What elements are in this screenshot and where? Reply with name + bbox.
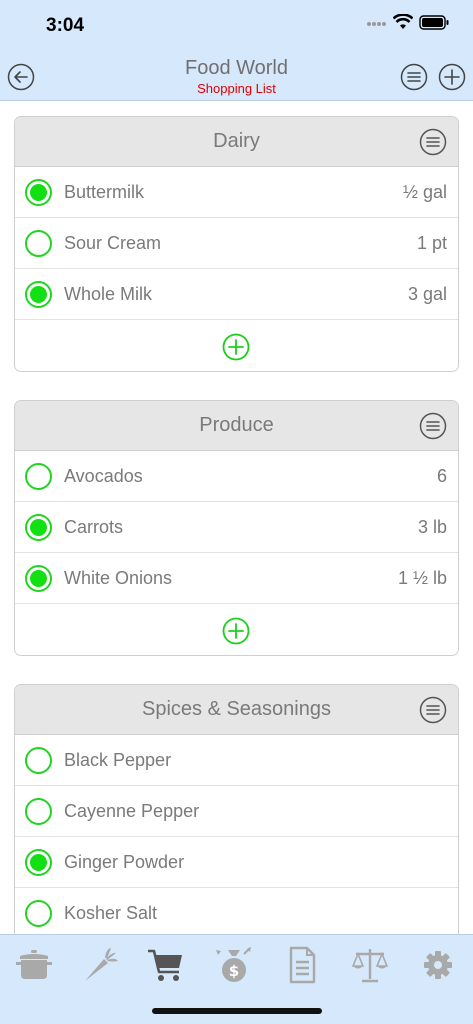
list-item[interactable]: Carrots 3 lb [15, 502, 458, 553]
home-indicator [152, 1008, 322, 1014]
section-menu-icon[interactable] [419, 128, 447, 156]
list-item[interactable]: White Onions 1 ½ lb [15, 553, 458, 604]
list-item[interactable]: Black Pepper [15, 735, 458, 786]
item-quantity: 1 ½ lb [397, 568, 447, 588]
section-header: Spices & Seasonings [15, 685, 458, 735]
item-name: Whole Milk [64, 284, 153, 304]
check-circle-icon[interactable] [25, 798, 52, 825]
cooking-pot-icon[interactable] [14, 945, 54, 985]
item-name: Cayenne Pepper [64, 801, 200, 821]
check-circle-icon[interactable] [25, 463, 52, 490]
status-time: 3:04 [46, 15, 85, 36]
item-name: Ginger Powder [64, 852, 185, 872]
gear-icon[interactable] [418, 945, 458, 985]
check-circle-icon[interactable] [25, 849, 52, 876]
section-title: Dairy [213, 130, 260, 152]
check-circle-icon[interactable] [25, 514, 52, 541]
check-circle-icon[interactable] [25, 565, 52, 592]
item-name: Avocados [64, 466, 143, 486]
section-dairy: Dairy Buttermilk ½ gal Sour Cream 1 pt W… [14, 116, 459, 372]
list-item[interactable]: Avocados 6 [15, 451, 458, 502]
add-item-row [15, 604, 458, 655]
item-name: White Onions [64, 568, 173, 588]
check-circle-icon[interactable] [25, 230, 52, 257]
menu-icon[interactable] [400, 63, 428, 91]
section-menu-icon[interactable] [419, 412, 447, 440]
balance-scale-icon[interactable] [350, 945, 390, 985]
list-item[interactable]: Sour Cream 1 pt [15, 218, 458, 269]
item-name: Sour Cream [64, 233, 162, 253]
money-bag-icon[interactable]: $ [214, 945, 254, 985]
status-icons [367, 14, 449, 30]
section-menu-icon[interactable] [419, 696, 447, 724]
item-name: Black Pepper [64, 750, 172, 770]
item-quantity: 3 lb [417, 517, 447, 537]
list-item[interactable]: Ginger Powder [15, 837, 458, 888]
add-item-row [15, 320, 458, 371]
item-name: Buttermilk [64, 182, 145, 202]
list-item[interactable]: Kosher Salt [15, 888, 458, 934]
section-title: Produce [199, 414, 274, 436]
navigation-header: 3:04 Food World Shopping List [0, 0, 473, 101]
add-item-icon[interactable] [222, 617, 250, 645]
shopping-cart-icon[interactable] [146, 945, 186, 985]
item-name: Carrots [64, 517, 124, 537]
section-header: Produce [15, 401, 458, 451]
carrot-icon[interactable] [80, 945, 120, 985]
list-item[interactable]: Buttermilk ½ gal [15, 167, 458, 218]
check-circle-icon[interactable] [25, 900, 52, 927]
list-item[interactable]: Cayenne Pepper [15, 786, 458, 837]
add-item-icon[interactable] [222, 333, 250, 361]
list-item[interactable]: Whole Milk 3 gal [15, 269, 458, 320]
check-circle-icon[interactable] [25, 281, 52, 308]
cellular-signal-icon [367, 22, 386, 26]
wifi-icon [393, 14, 413, 29]
section-spices: Spices & Seasonings Black Pepper Cayenne… [14, 684, 459, 934]
battery-icon [419, 14, 449, 30]
check-circle-icon[interactable] [25, 179, 52, 206]
section-produce: Produce Avocados 6 Carrots 3 lb White On… [14, 400, 459, 656]
section-title: Spices & Seasonings [141, 698, 331, 720]
item-quantity: ½ gal [402, 182, 447, 202]
add-icon[interactable] [438, 63, 466, 91]
section-header: Dairy [15, 117, 458, 167]
shopping-list[interactable]: Dairy Buttermilk ½ gal Sour Cream 1 pt W… [0, 102, 473, 934]
document-icon[interactable] [282, 945, 322, 985]
item-quantity: 6 [436, 466, 447, 486]
item-quantity: 1 pt [416, 233, 447, 253]
check-circle-icon[interactable] [25, 747, 52, 774]
svg-text:$: $ [229, 962, 239, 980]
item-name: Kosher Salt [64, 903, 158, 923]
item-quantity: 3 gal [407, 284, 447, 304]
